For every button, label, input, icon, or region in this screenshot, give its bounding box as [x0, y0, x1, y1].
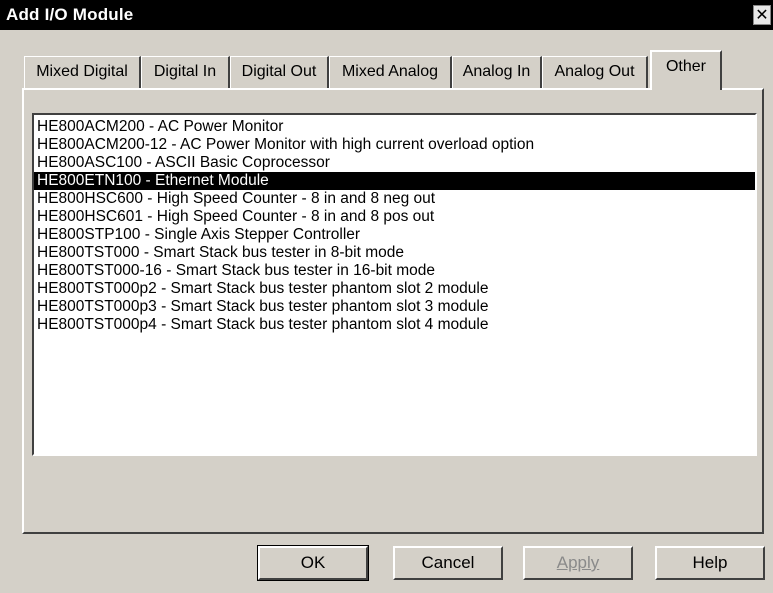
module-listbox[interactable]: HE800ACM200 - AC Power Monitor HE800ACM20…: [32, 113, 757, 456]
cancel-button[interactable]: Cancel: [393, 546, 503, 580]
tab-analog-out[interactable]: Analog Out: [542, 56, 648, 88]
module-list: HE800ACM200 - AC Power Monitor HE800ACM20…: [34, 115, 755, 334]
module-list-item[interactable]: HE800TST000p2 - Smart Stack bus tester p…: [34, 280, 755, 298]
module-list-item[interactable]: HE800TST000 - Smart Stack bus tester in …: [34, 244, 755, 262]
tab-mixed-analog[interactable]: Mixed Analog: [329, 56, 452, 88]
tab-mixed-digital[interactable]: Mixed Digital: [24, 56, 141, 88]
module-list-item[interactable]: HE800ETN100 - Ethernet Module: [34, 172, 755, 190]
module-list-item[interactable]: HE800TST000-16 - Smart Stack bus tester …: [34, 262, 755, 280]
tab-digital-in[interactable]: Digital In: [141, 56, 230, 88]
ok-button[interactable]: OK: [257, 545, 369, 581]
module-list-item[interactable]: HE800STP100 - Single Axis Stepper Contro…: [34, 226, 755, 244]
help-button[interactable]: Help: [655, 546, 765, 580]
module-list-item[interactable]: HE800HSC600 - High Speed Counter - 8 in …: [34, 190, 755, 208]
apply-button: Apply: [523, 546, 633, 580]
module-list-item[interactable]: HE800TST000p3 - Smart Stack bus tester p…: [34, 298, 755, 316]
window-title: Add I/O Module: [6, 5, 134, 24]
close-icon[interactable]: ✕: [753, 5, 771, 25]
module-list-item[interactable]: HE800ACM200-12 - AC Power Monitor with h…: [34, 136, 755, 154]
module-list-item[interactable]: HE800ASC100 - ASCII Basic Coprocessor: [34, 154, 755, 172]
tab-digital-out[interactable]: Digital Out: [230, 56, 329, 88]
title-bar: Add I/O Module ✕: [0, 0, 773, 30]
tab-other[interactable]: Other: [650, 50, 722, 90]
module-list-item[interactable]: HE800TST000p4 - Smart Stack bus tester p…: [34, 316, 755, 334]
tab-bar: Mixed Digital Digital In Digital Out Mix…: [24, 50, 764, 90]
tab-analog-in[interactable]: Analog In: [452, 56, 542, 88]
module-list-item[interactable]: HE800ACM200 - AC Power Monitor: [34, 118, 755, 136]
module-list-item[interactable]: HE800HSC601 - High Speed Counter - 8 in …: [34, 208, 755, 226]
